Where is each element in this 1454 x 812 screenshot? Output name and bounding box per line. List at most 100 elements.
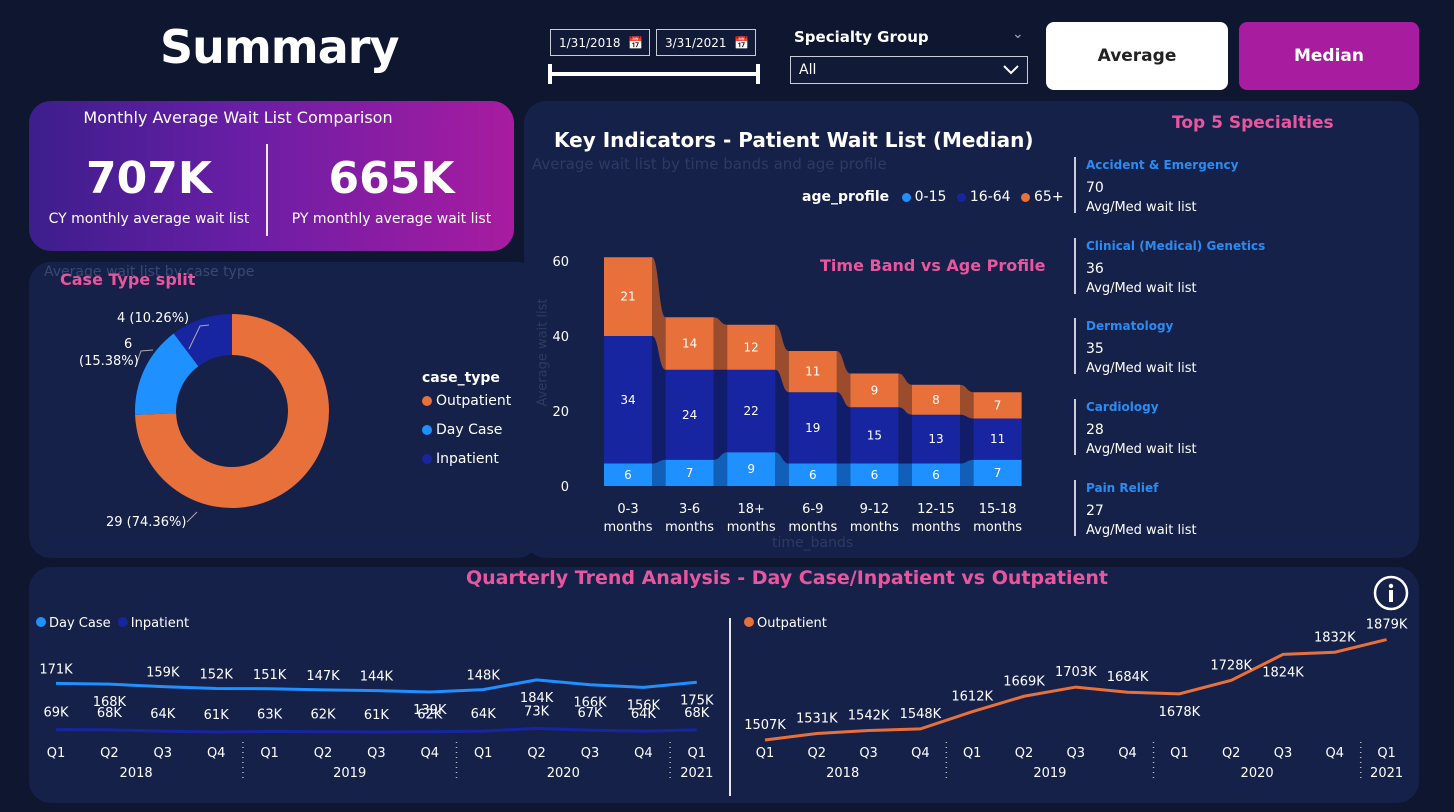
bar-data-label: 6 <box>624 468 632 482</box>
legend-item-outpatient[interactable]: Outpatient <box>422 393 511 409</box>
outpatient-data-label: 29 (74.36%) <box>106 515 187 530</box>
point-data-label: 1542K <box>848 709 890 724</box>
point-data-label: 171K <box>39 662 73 677</box>
x-tick-label: 3-6 <box>679 502 700 517</box>
point-data-label: 144K <box>360 670 394 685</box>
slider-handle-start[interactable] <box>548 64 552 84</box>
top5-bar <box>1074 480 1076 536</box>
y-tick-label: 60 <box>552 255 569 270</box>
point-data-label: 62K <box>417 708 443 723</box>
ribbon-16-64 <box>960 414 974 464</box>
x-tick-label: months <box>604 520 653 535</box>
x-tick-label: Q1 <box>260 746 279 761</box>
x-year-label: 2019 <box>333 766 366 781</box>
top5-specialty-name[interactable]: Accident & Emergency <box>1086 158 1238 172</box>
x-year-label: 2020 <box>1241 766 1274 781</box>
point-data-label: 1728K <box>1210 658 1252 673</box>
bar-data-label: 34 <box>620 393 635 407</box>
top5-value: 36 <box>1086 261 1104 277</box>
x-tick-label: Q3 <box>1274 746 1293 761</box>
py-label: PY monthly average wait list <box>291 211 492 227</box>
x-tick-label: months <box>788 520 837 535</box>
top5-specialty-name[interactable]: Dermatology <box>1086 319 1173 333</box>
specialty-select-value: All <box>799 62 817 78</box>
legend-label[interactable]: Day Case <box>49 616 111 631</box>
bar-data-label: 22 <box>744 404 759 418</box>
cy-value: 707K <box>86 153 212 204</box>
legend-item-inpatient[interactable]: Inpatient <box>422 451 499 467</box>
page-title: Summary <box>160 20 399 74</box>
point-data-label: 159K <box>146 666 180 681</box>
end-date-input[interactable]: 3/31/2021 📅 <box>656 29 756 56</box>
median-button[interactable]: Median <box>1239 22 1419 90</box>
bar-data-label: 19 <box>805 421 820 435</box>
legend-label[interactable]: Outpatient <box>757 616 827 631</box>
daycase-data-label: 6 <box>124 337 133 352</box>
top5-value: 70 <box>1086 180 1104 196</box>
top5-value: 28 <box>1086 422 1104 438</box>
bar-data-label: 7 <box>686 466 694 480</box>
start-date-value: 1/31/2018 <box>559 35 621 50</box>
x-year-label: 2018 <box>826 766 859 781</box>
case-type-legend-title: case_type <box>422 370 500 386</box>
bar-data-label: 12 <box>744 340 759 354</box>
point-data-label: 64K <box>471 707 497 722</box>
x-tick-label: Q2 <box>100 746 119 761</box>
legend-item-daycase[interactable]: Day Case <box>422 422 502 438</box>
line-outpatient[interactable] <box>764 638 1387 742</box>
cy-label: CY monthly average wait list <box>48 211 250 227</box>
point-data-label: 147K <box>306 669 340 684</box>
point-data-label: 1531K <box>796 712 838 727</box>
top5-specialty-name[interactable]: Cardiology <box>1086 400 1159 414</box>
average-button[interactable]: Average <box>1046 22 1228 90</box>
daycase-data-label-pct: (15.38%) <box>79 354 139 369</box>
x-tick-label: Q2 <box>314 746 333 761</box>
x-tick-label: Q4 <box>634 746 653 761</box>
x-tick-label: Q4 <box>1326 746 1345 761</box>
x-tick-label: 15-18 <box>979 502 1017 517</box>
x-tick-label: Q3 <box>1067 746 1086 761</box>
line-inpatient[interactable] <box>55 726 697 734</box>
slider-handle-end[interactable] <box>756 64 760 84</box>
top5-sublabel: Avg/Med wait list <box>1086 281 1197 296</box>
specialty-filter-label: Specialty Group <box>794 28 929 46</box>
specialty-select[interactable]: All <box>790 56 1028 84</box>
point-data-label: 68K <box>97 706 123 721</box>
calendar-icon: 📅 <box>628 35 643 50</box>
x-year-label: 2019 <box>1033 766 1066 781</box>
date-range-slider[interactable] <box>548 72 760 76</box>
point-data-label: 1684K <box>1107 670 1149 685</box>
y-tick-label: 0 <box>561 480 569 495</box>
time-band-stacked-chart: 0 20 40 60 6 34 21 0-3 months 7 24 14 3-6 months 9 22 12… <box>552 255 1022 535</box>
bar-data-label: 6 <box>932 468 940 482</box>
bar-data-label: 15 <box>867 428 882 442</box>
legend-label[interactable]: Inpatient <box>131 616 189 631</box>
inpatient-data-label: 4 (10.26%) <box>117 311 190 326</box>
trend-line-charts: Day Case Inpatient Q1 Q2 Q3 Q4 Q1 Q2 Q3 Q4 Q1 Q2 Q3 Q… <box>36 616 1408 782</box>
top5-sublabel: Avg/Med wait list <box>1086 200 1197 215</box>
chevron-down-icon <box>1003 65 1019 75</box>
x-tick-label: Q1 <box>1377 746 1396 761</box>
legend-label: Outpatient <box>436 393 512 409</box>
x-tick-label: 6-9 <box>802 502 823 517</box>
x-tick-label: Q1 <box>47 746 66 761</box>
x-year-label: 2021 <box>1370 766 1403 781</box>
x-year-label: 2018 <box>120 766 153 781</box>
start-date-input[interactable]: 1/31/2018 📅 <box>550 29 650 56</box>
x-tick-label: months <box>727 520 776 535</box>
top5-bar <box>1074 399 1076 455</box>
calendar-icon: 📅 <box>734 35 749 50</box>
x-tick-label: Q3 <box>859 746 878 761</box>
legend-dot <box>422 454 432 464</box>
point-data-label: 1669K <box>1003 674 1045 689</box>
chevron-down-icon[interactable]: ⌄ <box>1012 26 1024 42</box>
top5-bar <box>1074 157 1076 213</box>
point-data-label: 73K <box>524 704 550 719</box>
bar-data-label: 11 <box>990 432 1005 446</box>
top5-specialty-name[interactable]: Pain Relief <box>1086 481 1158 495</box>
x-tick-label: months <box>973 520 1022 535</box>
bar-data-label: 13 <box>928 432 943 446</box>
point-data-label: 63K <box>257 707 283 722</box>
top5-specialty-name[interactable]: Clinical (Medical) Genetics <box>1086 239 1265 253</box>
x-tick-label: Q1 <box>1170 746 1189 761</box>
